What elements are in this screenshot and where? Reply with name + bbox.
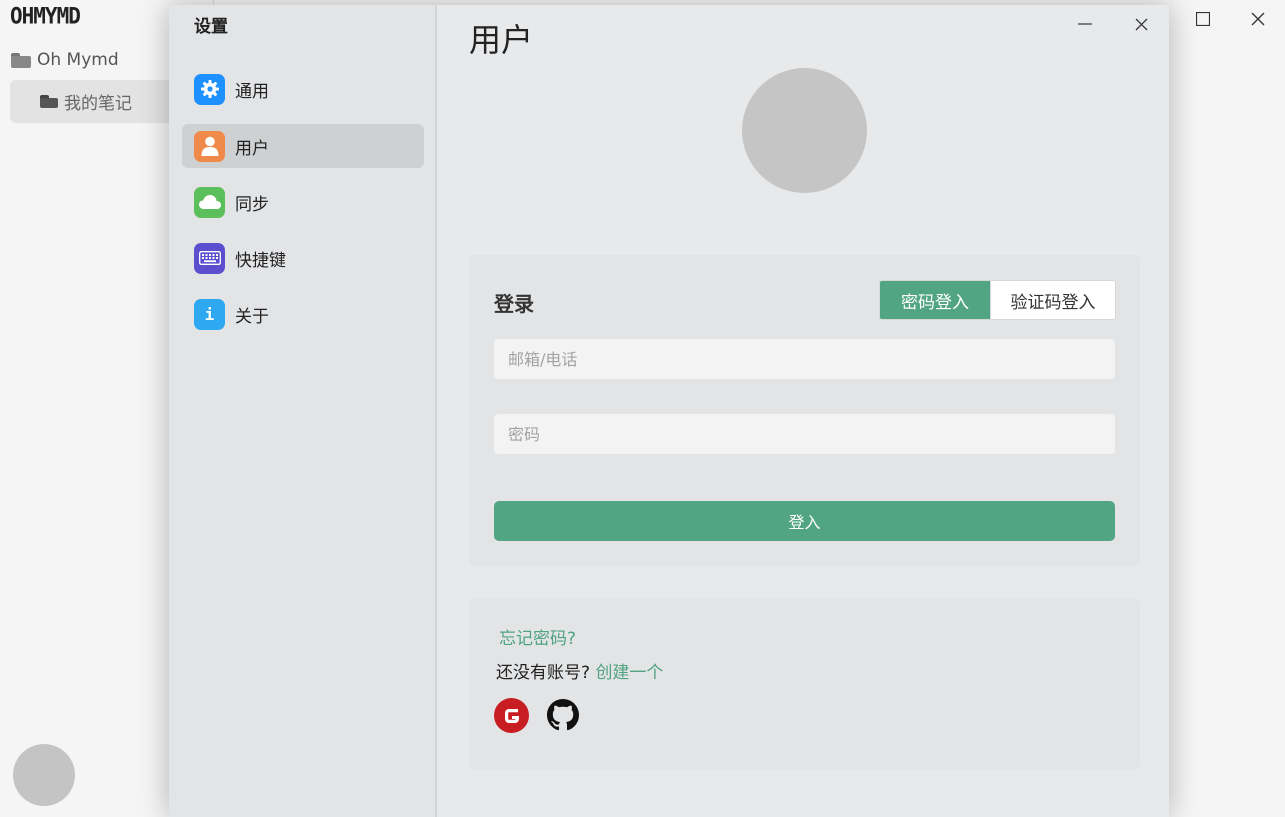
folder-icon bbox=[11, 52, 31, 68]
user-avatar[interactable] bbox=[742, 68, 867, 193]
github-icon[interactable] bbox=[546, 698, 580, 732]
gitee-icon[interactable] bbox=[494, 698, 529, 733]
minimize-button[interactable] bbox=[1057, 5, 1113, 43]
settings-sidebar: 设置 通用 用户 同步 快捷键 i 关于 bbox=[169, 5, 437, 817]
close-icon bbox=[1135, 18, 1147, 30]
login-button[interactable]: 登入 bbox=[494, 501, 1115, 541]
no-account-row: 还没有账号? 创建一个 bbox=[496, 658, 663, 683]
login-card: 登录 密码登入 验证码登入 登入 bbox=[469, 255, 1140, 566]
tab-password-login[interactable]: 密码登入 bbox=[880, 281, 990, 319]
nav-label-shortcuts: 快捷键 bbox=[235, 250, 286, 271]
email-field[interactable] bbox=[494, 339, 1115, 379]
close-window-button[interactable] bbox=[1230, 0, 1285, 38]
cloud-icon bbox=[194, 186, 225, 218]
maximize-icon bbox=[1195, 12, 1210, 26]
keyboard-icon bbox=[194, 242, 225, 274]
folder-icon bbox=[40, 95, 58, 108]
create-account-link[interactable]: 创建一个 bbox=[595, 663, 663, 683]
app-avatar[interactable] bbox=[13, 744, 75, 806]
minimize-icon bbox=[1078, 23, 1092, 25]
dialog-close-button[interactable] bbox=[1113, 5, 1169, 43]
info-icon: i bbox=[194, 298, 225, 330]
login-mode-tabs: 密码登入 验证码登入 bbox=[879, 280, 1116, 320]
folder-root[interactable]: Oh Mymd bbox=[11, 48, 119, 72]
nav-item-general[interactable]: 通用 bbox=[182, 67, 424, 111]
account-extras-card: 忘记密码? 还没有账号? 创建一个 bbox=[469, 598, 1140, 770]
nav-label-sync: 同步 bbox=[235, 194, 269, 215]
no-account-label: 还没有账号? bbox=[496, 663, 591, 683]
page-title: 用户 bbox=[469, 21, 534, 59]
nav-label-user: 用户 bbox=[235, 138, 269, 159]
nav-item-about[interactable]: i 关于 bbox=[182, 292, 424, 336]
settings-dialog: 设置 通用 用户 同步 快捷键 i 关于 用户 登录 密码登入 验证码登入 邮箱… bbox=[169, 5, 1169, 817]
settings-title: 设置 bbox=[194, 17, 228, 37]
gear-icon bbox=[194, 73, 225, 105]
nav-item-shortcuts[interactable]: 快捷键 bbox=[182, 236, 424, 280]
app-logo: OHMYMD bbox=[10, 3, 81, 29]
app-window-controls bbox=[1175, 0, 1285, 38]
maximize-button[interactable] bbox=[1175, 0, 1230, 38]
password-field[interactable] bbox=[494, 414, 1115, 454]
folder-root-label: Oh Mymd bbox=[37, 50, 119, 70]
user-icon bbox=[194, 130, 225, 162]
nav-label-general: 通用 bbox=[235, 81, 269, 102]
nav-item-sync[interactable]: 同步 bbox=[182, 180, 424, 224]
dialog-window-controls bbox=[1057, 5, 1169, 43]
forgot-password-link[interactable]: 忘记密码? bbox=[499, 624, 576, 649]
settings-content: 用户 登录 密码登入 验证码登入 登入 忘记密码? 还没有账号? 创建一个 bbox=[437, 5, 1169, 817]
nav-label-about: 关于 bbox=[235, 306, 269, 327]
nav-item-user[interactable]: 用户 bbox=[182, 124, 424, 168]
folder-child-label: 我的笔记 bbox=[64, 94, 132, 114]
login-heading: 登录 bbox=[494, 292, 534, 316]
tab-code-login[interactable]: 验证码登入 bbox=[990, 281, 1115, 319]
close-icon bbox=[1251, 12, 1264, 26]
